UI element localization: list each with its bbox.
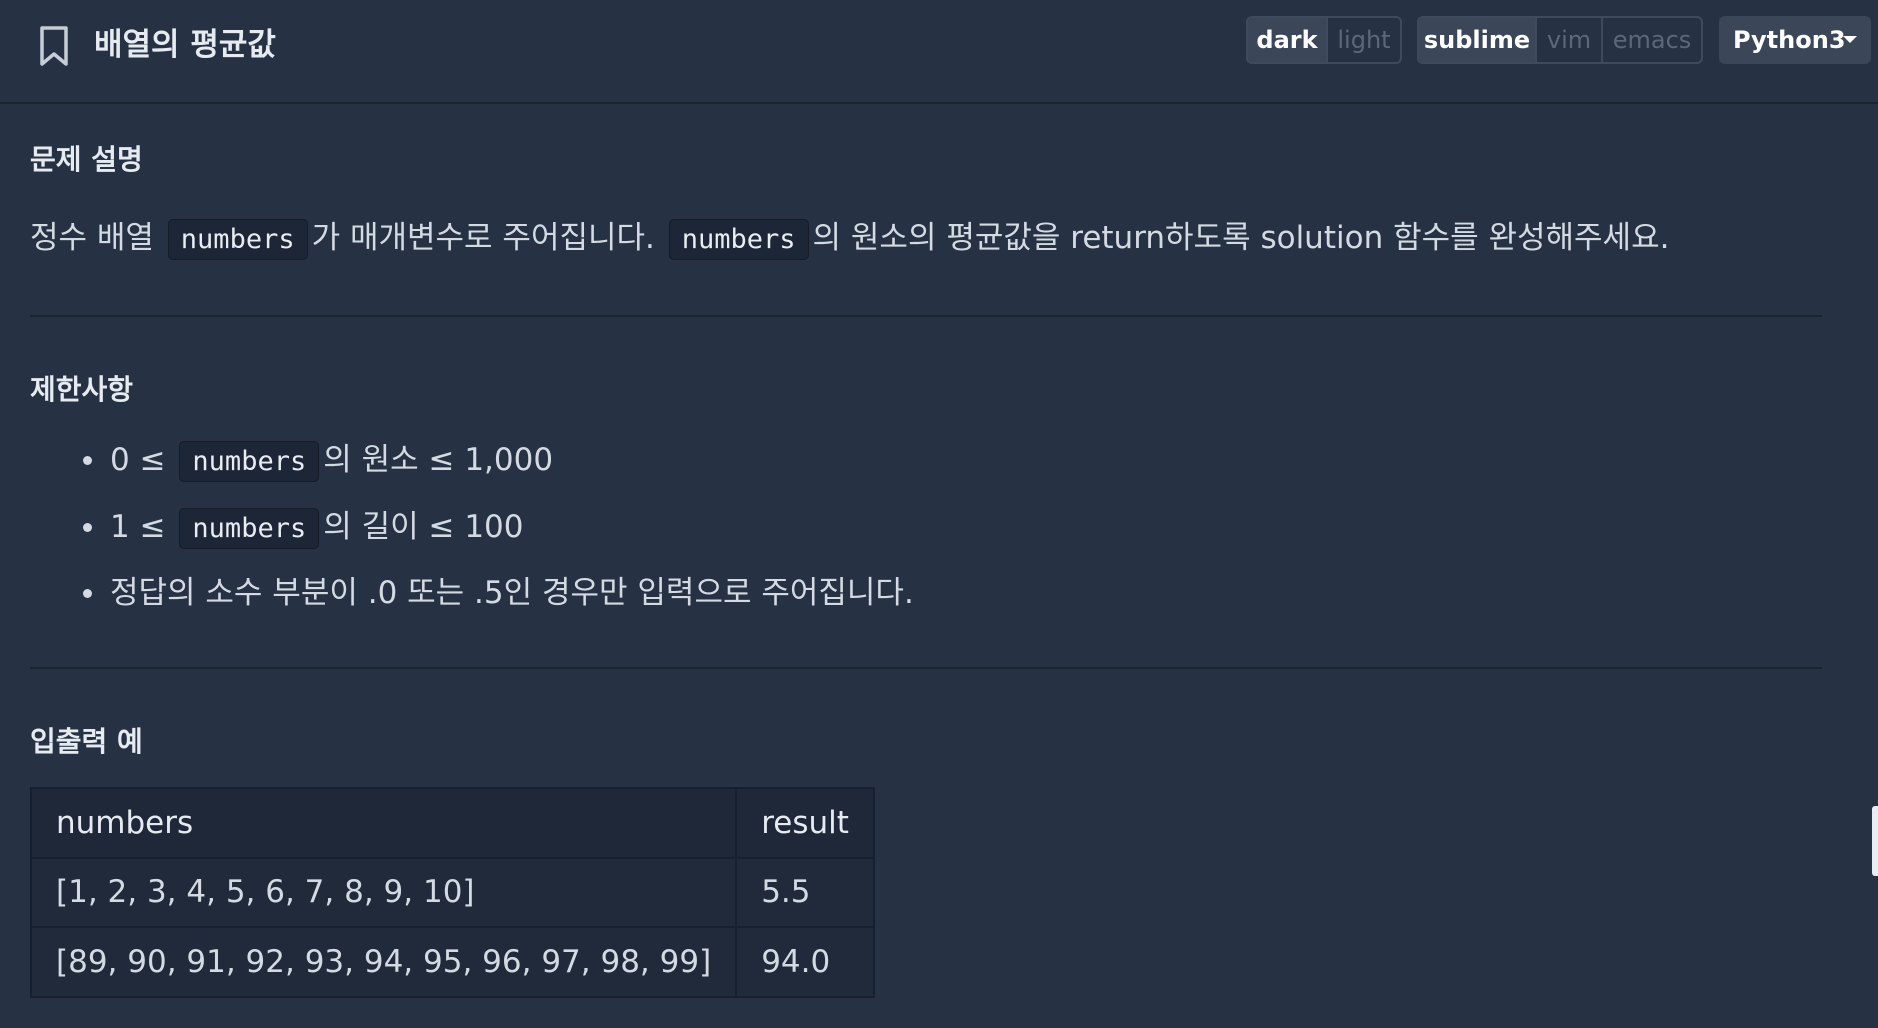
- table-row: [89, 90, 91, 92, 93, 94, 95, 96, 97, 98,…: [29, 926, 875, 998]
- table-cell: 5.5: [735, 856, 875, 928]
- inline-code: numbers: [167, 219, 308, 260]
- caret-down-icon: [1843, 36, 1857, 43]
- inline-code: numbers: [179, 507, 320, 549]
- inline-code: numbers: [668, 219, 809, 260]
- theme-toggle: dark light: [1246, 16, 1402, 64]
- keymap-sublime-option[interactable]: sublime: [1419, 18, 1535, 62]
- theme-dark-option[interactable]: dark: [1248, 18, 1326, 62]
- description-text-part: 의 원소의 평균값을 return하도록 solution 함수를 완성해주세요…: [812, 220, 1670, 256]
- keymap-vim-option[interactable]: vim: [1535, 18, 1601, 62]
- description-heading: 문제 설명: [30, 143, 143, 176]
- language-select-value: Python3: [1733, 26, 1846, 54]
- description-text-part: 정수 배열: [30, 220, 154, 256]
- constraints-list: 0 ≤ numbers 의 원소 ≤ 1,000 1 ≤ numbers 의 길이 …: [30, 437, 914, 637]
- scrollbar-handle[interactable]: [1872, 806, 1878, 876]
- constraints-heading: 제한사항: [30, 373, 134, 406]
- constraint-item: 1 ≤ numbers 의 길이 ≤ 100: [30, 504, 914, 571]
- constraint-text: 1 ≤: [110, 508, 166, 545]
- problem-title: 배열의 평균값: [94, 27, 276, 63]
- table-cell: 94.0: [735, 926, 875, 998]
- constraint-text: 의 원소 ≤ 1,000: [323, 442, 554, 478]
- keymap-emacs-option[interactable]: emacs: [1601, 18, 1701, 62]
- table-row: [1, 2, 3, 4, 5, 6, 7, 8, 9, 10] 5.5: [29, 856, 875, 928]
- examples-table: numbers result [1, 2, 3, 4, 5, 6, 7, 8, …: [29, 787, 875, 998]
- constraint-text: 0 ≤: [110, 442, 166, 478]
- inline-code: numbers: [179, 441, 320, 482]
- section-divider: [30, 667, 1822, 669]
- theme-light-option[interactable]: light: [1326, 18, 1400, 62]
- table-cell: [1, 2, 3, 4, 5, 6, 7, 8, 9, 10]: [29, 856, 738, 928]
- language-select[interactable]: Python3: [1719, 16, 1871, 64]
- description-text-part: 가 매개변수로 주어집니다.: [311, 220, 655, 256]
- bookmark-icon[interactable]: [36, 24, 72, 68]
- section-divider: [30, 315, 1822, 317]
- examples-heading: 입출력 예: [30, 725, 143, 758]
- table-header-row: numbers result: [29, 787, 875, 859]
- column-header-result: result: [735, 787, 875, 859]
- table-cell: [89, 90, 91, 92, 93, 94, 95, 96, 97, 98,…: [29, 926, 738, 998]
- bullet-icon: [83, 522, 92, 532]
- bullet-icon: [83, 456, 92, 465]
- bullet-icon: [83, 589, 92, 598]
- column-header-numbers: numbers: [29, 787, 738, 859]
- constraint-text: 의 길이 ≤ 100: [323, 508, 524, 545]
- editor-keymap-toggle: sublime vim emacs: [1417, 16, 1703, 64]
- constraint-item: 0 ≤ numbers 의 원소 ≤ 1,000: [30, 437, 914, 504]
- constraint-item: 정답의 소수 부분이 .0 또는 .5인 경우만 입력으로 주어집니다.: [30, 570, 914, 637]
- header-bar: 배열의 평균값 dark light sublime vim emacs Pyt…: [0, 0, 1878, 104]
- constraint-text: 정답의 소수 부분이 .0 또는 .5인 경우만 입력으로 주어집니다.: [110, 575, 914, 611]
- description-text: 정수 배열 numbers 가 매개변수로 주어집니다. numbers 의 원소의…: [30, 215, 1669, 263]
